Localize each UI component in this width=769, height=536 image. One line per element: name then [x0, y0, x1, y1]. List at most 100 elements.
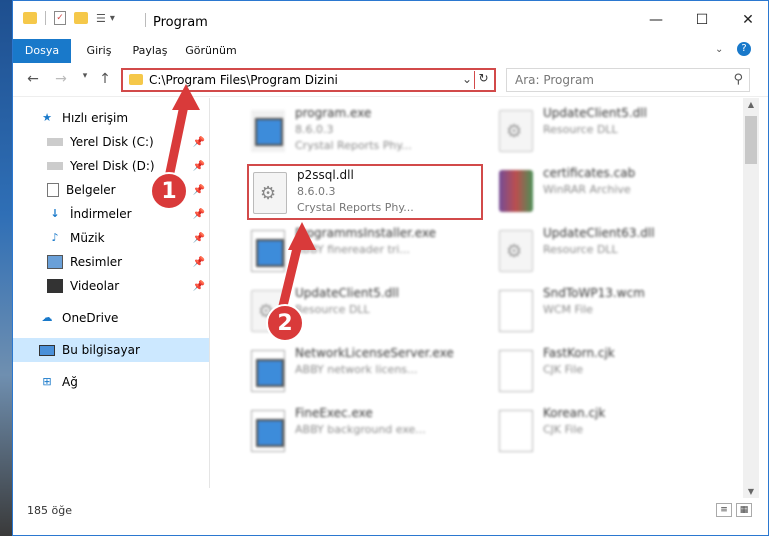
nav-label: Bu bilgisayar [62, 343, 140, 357]
recent-dropdown-icon[interactable]: ▾ [77, 71, 93, 81]
file-name: program.exe [295, 106, 372, 120]
nav-label: Ağ [62, 375, 78, 389]
new-folder-icon[interactable] [74, 12, 88, 24]
nav-label: Müzik [70, 231, 105, 245]
network-icon: ⊞ [42, 375, 52, 388]
file-version: 8.6.0.3 [295, 123, 334, 136]
file-item-selected[interactable]: p2ssql.dll 8.6.0.3 Crystal Reports Phy..… [247, 164, 483, 220]
computer-icon [39, 344, 55, 356]
file-icon [499, 290, 533, 332]
navigation-pane: ★ Hızlı erişim Yerel Disk (C:) 📌 Yerel D… [13, 98, 209, 488]
file-item[interactable]: UpdateClient63.dll Resource DLL [485, 224, 725, 280]
details-view-icon[interactable]: ≡ [716, 503, 732, 517]
scroll-up-icon[interactable]: ▲ [743, 100, 759, 109]
file-description: WCM File [543, 303, 593, 316]
file-name: UpdateClient63.dll [543, 226, 655, 240]
minimize-button[interactable]: — [633, 1, 679, 39]
file-name: UpdateClient5.dll [543, 106, 647, 120]
nav-pictures[interactable]: Resimler 📌 [13, 250, 209, 274]
cloud-icon: ☁ [41, 311, 53, 324]
file-name: certificates.cab [543, 166, 636, 180]
file-description: CJK File [543, 423, 584, 436]
tab-view[interactable]: Görünüm [181, 39, 241, 63]
file-version: 8.6.0.3 [297, 185, 336, 198]
file-item[interactable]: SndToWP13.wcm WCM File [485, 284, 725, 340]
nav-music[interactable]: ♪ Müzik 📌 [13, 226, 209, 250]
nav-videos[interactable]: Videolar 📌 [13, 274, 209, 298]
nav-label: Resimler [70, 255, 123, 269]
pin-icon: 📌 [192, 256, 205, 268]
file-description: Resource DLL [543, 123, 618, 136]
exe-icon [251, 350, 285, 392]
file-item[interactable]: NetworkLicenseServer.exe ABBY network li… [237, 344, 477, 400]
scrollbar-thumb[interactable] [745, 116, 757, 164]
folder-icon[interactable] [23, 12, 37, 24]
up-icon[interactable]: ↑ [97, 71, 113, 87]
file-name: p2ssql.dll [297, 168, 354, 182]
file-item[interactable]: ProgrammsInstaller.exe ABBY finereader t… [237, 224, 477, 280]
file-item[interactable]: UpdateClient5.dll Resource DLL [485, 104, 725, 160]
pin-icon: 📌 [192, 136, 205, 148]
file-item[interactable]: FastKorn.cjk CJK File [485, 344, 725, 400]
file-item[interactable]: certificates.cab WinRAR Archive [485, 164, 725, 220]
file-description: Resource DLL [543, 243, 618, 256]
file-name: SndToWP13.wcm [543, 286, 645, 300]
nav-label: İndirmeler [70, 207, 132, 221]
nav-this-pc[interactable]: Bu bilgisayar [13, 338, 209, 362]
forward-icon[interactable]: → [53, 71, 69, 87]
file-description: Resource DLL [295, 303, 370, 316]
step-badge-1: 1 [150, 172, 188, 210]
file-description: Crystal Reports Phy... [295, 139, 412, 152]
window-title: Program [153, 15, 208, 30]
download-icon: ↓ [50, 207, 60, 220]
exe-icon [251, 410, 285, 452]
file-name: ProgrammsInstaller.exe [295, 226, 437, 240]
file-icon [499, 410, 533, 452]
file-name: Korean.cjk [543, 406, 606, 420]
pin-icon: 📌 [192, 160, 205, 172]
refresh-icon[interactable]: ↻ [474, 71, 492, 89]
nav-onedrive[interactable]: ☁ OneDrive [13, 306, 209, 330]
chevron-down-icon[interactable]: ⌄ [462, 72, 472, 86]
file-item[interactable]: FineExec.exe ABBY background exe... [237, 404, 477, 460]
back-icon[interactable]: ← [25, 71, 41, 87]
close-button[interactable]: ✕ [725, 1, 769, 39]
pane-divider[interactable] [209, 98, 210, 488]
separator [145, 13, 146, 27]
view-icon[interactable]: ☰ [96, 12, 106, 25]
ribbon-tabs: Dosya Giriş Paylaş Görünüm ⌄ ? [13, 39, 768, 95]
nav-network[interactable]: ⊞ Ağ [13, 370, 209, 394]
documents-icon [47, 183, 59, 197]
folder-icon [129, 74, 143, 85]
large-icons-view-icon[interactable]: ▦ [736, 503, 752, 517]
ribbon-expand-icon[interactable]: ⌄ [715, 44, 723, 55]
properties-icon[interactable]: ✓ [54, 11, 66, 25]
file-name: FastKorn.cjk [543, 346, 615, 360]
scroll-down-icon[interactable]: ▼ [743, 487, 759, 496]
tab-share[interactable]: Paylaş [127, 39, 173, 63]
file-item[interactable]: program.exe 8.6.0.3 Crystal Reports Phy.… [237, 104, 477, 160]
file-description: Crystal Reports Phy... [297, 201, 414, 214]
explorer-window: ✓ ☰ ▾ Program — ☐ ✕ Dosya Giriş Paylaş G… [12, 0, 769, 536]
file-item[interactable]: Korean.cjk CJK File [485, 404, 725, 460]
search-input[interactable]: Ara: Program ⚲ [506, 68, 750, 92]
dll-icon [253, 172, 287, 214]
address-path: C:\Program Files\Program Dizini [149, 73, 338, 87]
separator [45, 11, 46, 25]
cab-icon [499, 170, 533, 212]
address-bar[interactable]: C:\Program Files\Program Dizini ⌄ ↻ [121, 68, 496, 92]
tab-home[interactable]: Giriş [79, 39, 119, 63]
help-icon[interactable]: ? [737, 42, 751, 56]
nav-quick-access[interactable]: ★ Hızlı erişim [13, 106, 209, 130]
view-toggles: ≡ ▦ [716, 503, 752, 517]
pin-icon: 📌 [192, 208, 205, 220]
maximize-button[interactable]: ☐ [679, 1, 725, 39]
customize-qa-icon[interactable]: ▾ [110, 13, 115, 24]
nav-label: OneDrive [62, 311, 119, 325]
vertical-scrollbar[interactable]: ▲ ▼ [743, 98, 759, 498]
file-description: ABBY finereader tri... [295, 243, 410, 256]
step-badge-2: 2 [266, 304, 304, 342]
title-bar: ✓ ☰ ▾ Program — ☐ ✕ [13, 1, 768, 39]
file-view: program.exe 8.6.0.3 Crystal Reports Phy.… [223, 98, 743, 488]
nav-drive-c[interactable]: Yerel Disk (C:) 📌 [13, 130, 209, 154]
